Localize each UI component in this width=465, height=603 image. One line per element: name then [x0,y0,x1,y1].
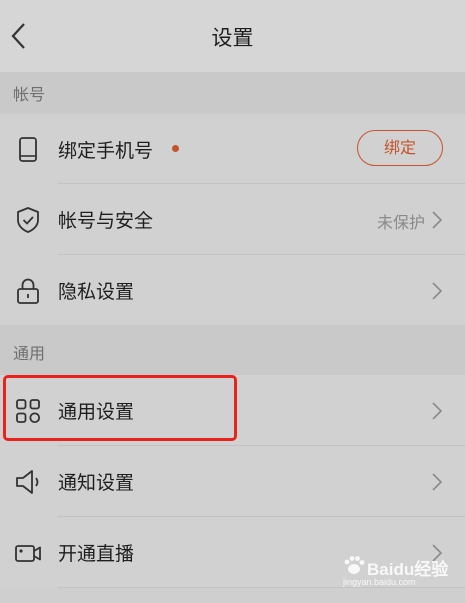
bind-phone-button[interactable]: 绑定 [357,130,443,166]
shield-icon [17,207,39,233]
row-label: 隐私设置 [58,281,135,303]
row-account-security[interactable]: 帐号与安全 未保护 [0,184,465,254]
row-general-settings[interactable]: 通用设置 [0,375,465,445]
page-title: 设置 [211,26,254,50]
notification-dot [172,145,179,152]
row-privacy-settings[interactable]: 隐私设置 [0,255,465,325]
row-notification-settings[interactable]: 通知设置 [0,446,465,516]
paw-icon [344,556,365,574]
row-label: 开通直播 [58,543,135,565]
top-bar: 设置 [0,0,465,72]
video-camera-icon [15,545,41,562]
row-label: 通知设置 [58,472,135,494]
watermark: Baidu经验 jingyan.baidu.com [343,555,448,589]
speaker-icon [16,470,39,494]
section-header-general: 通用 [0,325,465,375]
chevron-right-icon [432,211,443,229]
section-label: 通用 [13,344,46,363]
watermark-subtext: jingyan.baidu.com [343,577,416,587]
row-label: 帐号与安全 [58,210,154,232]
section-header-account: 帐号 [0,72,465,114]
section-label: 帐号 [13,85,46,104]
phone-icon [19,137,37,162]
row-label: 通用设置 [58,401,135,423]
chevron-right-icon [432,282,443,300]
grid-icon [16,399,41,424]
lock-icon [17,278,39,304]
chevron-right-icon [432,473,443,491]
row-label: 绑定手机号 [58,140,154,162]
status-value: 未保护 [376,213,425,232]
chevron-right-icon [432,402,443,420]
